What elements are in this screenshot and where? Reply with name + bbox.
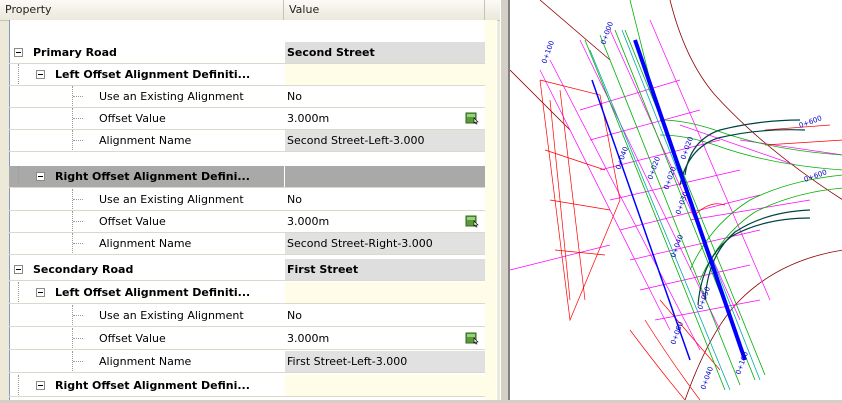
row-label: Use an Existing Alignment: [99, 309, 244, 322]
station-label: 0+060: [669, 321, 685, 346]
panel-splitter[interactable]: [500, 0, 509, 400]
row-value: Second Street-Right-3.000: [285, 233, 485, 254]
row-value[interactable]: 3.000m: [287, 332, 329, 345]
row-label: Right Offset Alignment Defini...: [55, 170, 250, 183]
station-label: 0+000: [599, 21, 615, 46]
property-row-offset-value[interactable]: Offset Value 3.000m: [9, 108, 485, 130]
grid-right-edge: [485, 20, 496, 400]
station-label: 0+600: [798, 114, 823, 130]
row-label: Alignment Name: [99, 355, 192, 368]
row-value: [285, 64, 485, 85]
main-alignments: [591, 39, 747, 361]
station-label: 0+040: [669, 234, 685, 259]
property-row-use-existing[interactable]: Use an Existing Alignment No: [9, 86, 485, 108]
row-label: Alignment Name: [99, 134, 192, 147]
row-value[interactable]: 3.000m: [287, 215, 329, 228]
row-value[interactable]: No: [285, 86, 485, 107]
row-label: Offset Value: [99, 332, 166, 345]
collapse-icon[interactable]: [14, 48, 23, 57]
property-column-header[interactable]: Property: [0, 0, 284, 20]
row-value: Second Street-Left-3.000: [285, 130, 485, 151]
offset-value-cell[interactable]: 3.000m: [285, 108, 485, 129]
offset-lines: [584, 0, 842, 391]
property-row-alignment-name[interactable]: Alignment Name First Street-Left-3.000: [9, 351, 485, 373]
station-label: 0+100: [734, 351, 750, 376]
row-label: Left Offset Alignment Definiti...: [55, 286, 251, 299]
row-value: [285, 375, 485, 396]
property-row-offset-value[interactable]: Offset Value 3.000m: [9, 328, 485, 350]
row-label: Secondary Road: [33, 263, 134, 276]
grid-lines: [509, 19, 842, 351]
pick-in-drawing-icon[interactable]: [465, 331, 479, 345]
row-value[interactable]: Second Street: [285, 42, 485, 63]
row-label: Primary Road: [33, 46, 117, 59]
row-value: [285, 166, 485, 187]
row-value[interactable]: 3.000m: [287, 112, 329, 125]
row-label: Alignment Name: [99, 237, 192, 250]
row-label: Offset Value: [99, 112, 166, 125]
group-row-left-offset[interactable]: Left Offset Alignment Definiti...: [9, 282, 485, 304]
station-label: 0+020: [662, 166, 678, 191]
station-label: 0+020: [679, 136, 695, 161]
group-row-left-offset[interactable]: Left Offset Alignment Definiti...: [9, 64, 485, 86]
station-label: 0+040: [699, 366, 715, 391]
property-row-use-existing[interactable]: Use an Existing Alignment No: [9, 189, 485, 211]
grid-header: Property Value: [0, 0, 500, 21]
property-row-alignment-name[interactable]: Alignment Name Second Street-Right-3.000: [9, 233, 485, 255]
row-value: First Street-Left-3.000: [285, 351, 485, 372]
station-label: 0+020: [646, 156, 662, 181]
pick-in-drawing-icon[interactable]: [465, 214, 479, 228]
group-row-primary-road[interactable]: Primary Road Second Street: [9, 42, 485, 64]
collapse-icon[interactable]: [14, 265, 23, 274]
group-row-right-offset[interactable]: Right Offset Alignment Defini...: [9, 166, 485, 188]
group-row-right-offset[interactable]: Right Offset Alignment Defini...: [9, 375, 485, 397]
row-label: Use an Existing Alignment: [99, 90, 244, 103]
row-value: [285, 282, 485, 303]
row-value[interactable]: No: [285, 189, 485, 210]
pick-in-drawing-icon[interactable]: [465, 111, 479, 125]
collapse-icon[interactable]: [36, 288, 45, 297]
intersection-drawing[interactable]: 0+100 0+000 0+600 0+040 0+020 0+020 0+03…: [509, 0, 842, 401]
collapse-icon[interactable]: [36, 381, 45, 390]
row-value[interactable]: No: [285, 305, 485, 326]
property-row-use-existing[interactable]: Use an Existing Alignment No: [9, 305, 485, 327]
row-label: Right Offset Alignment Defini...: [55, 379, 250, 392]
property-row-alignment-name[interactable]: Alignment Name Second Street-Left-3.000: [9, 130, 485, 152]
collapse-icon[interactable]: [36, 70, 45, 79]
row-label: Offset Value: [99, 215, 166, 228]
station-label: 0+100: [540, 40, 556, 65]
drawing-viewport[interactable]: 0+100 0+000 0+600 0+040 0+020 0+020 0+03…: [509, 0, 842, 401]
property-row-offset-value[interactable]: Offset Value 3.000m: [9, 211, 485, 233]
row-label: Use an Existing Alignment: [99, 193, 244, 206]
row-label: Left Offset Alignment Definiti...: [55, 68, 251, 81]
group-row-secondary-road[interactable]: Secondary Road First Street: [9, 259, 485, 281]
offset-value-cell[interactable]: 3.000m: [285, 211, 485, 232]
value-column-header[interactable]: Value: [284, 0, 485, 20]
row-value[interactable]: First Street: [285, 259, 485, 280]
collapse-icon[interactable]: [36, 172, 45, 181]
offset-value-cell[interactable]: 3.000m: [285, 328, 485, 349]
properties-panel: Property Value Primary Road Second Stree…: [0, 0, 500, 400]
